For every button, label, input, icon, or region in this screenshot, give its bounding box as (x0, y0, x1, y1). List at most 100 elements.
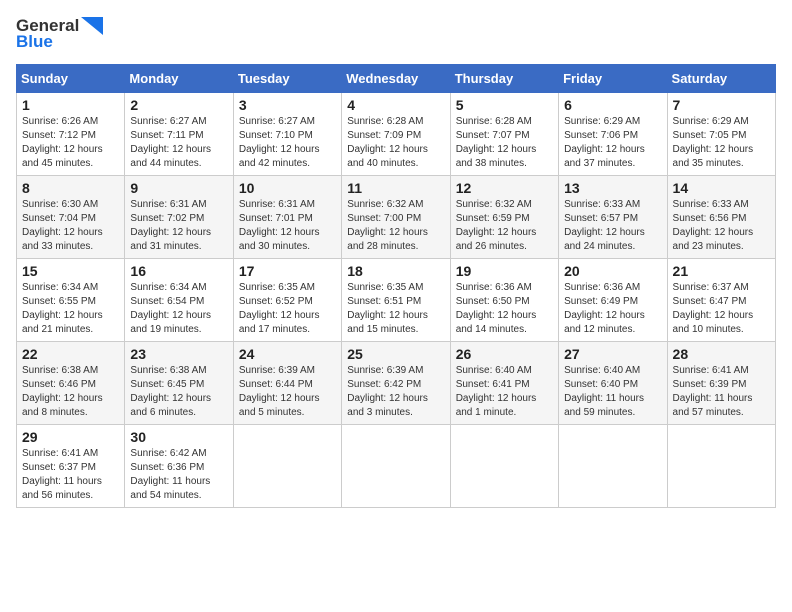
day-number: 15 (22, 263, 119, 279)
day-of-week-header: Tuesday (233, 65, 341, 93)
calendar-cell: 30 Sunrise: 6:42 AM Sunset: 6:36 PM Dayl… (125, 425, 233, 508)
day-number: 20 (564, 263, 661, 279)
day-of-week-header: Friday (559, 65, 667, 93)
day-info: Sunrise: 6:35 AM Sunset: 6:51 PM Dayligh… (347, 281, 444, 337)
calendar-cell (233, 425, 341, 508)
day-number: 2 (130, 97, 227, 113)
day-info: Sunrise: 6:27 AM Sunset: 7:10 PM Dayligh… (239, 115, 336, 171)
day-number: 10 (239, 180, 336, 196)
day-number: 12 (456, 180, 553, 196)
day-of-week-header: Monday (125, 65, 233, 93)
day-number: 24 (239, 346, 336, 362)
day-number: 29 (22, 429, 119, 445)
day-number: 3 (239, 97, 336, 113)
day-number: 21 (673, 263, 770, 279)
logo: General Blue (16, 16, 103, 52)
day-number: 25 (347, 346, 444, 362)
calendar-cell (450, 425, 558, 508)
day-info: Sunrise: 6:41 AM Sunset: 6:39 PM Dayligh… (673, 364, 770, 420)
calendar-cell: 10 Sunrise: 6:31 AM Sunset: 7:01 PM Dayl… (233, 176, 341, 259)
day-info: Sunrise: 6:29 AM Sunset: 7:05 PM Dayligh… (673, 115, 770, 171)
calendar-cell (559, 425, 667, 508)
day-number: 14 (673, 180, 770, 196)
day-number: 27 (564, 346, 661, 362)
day-info: Sunrise: 6:27 AM Sunset: 7:11 PM Dayligh… (130, 115, 227, 171)
calendar-cell: 12 Sunrise: 6:32 AM Sunset: 6:59 PM Dayl… (450, 176, 558, 259)
day-number: 22 (22, 346, 119, 362)
day-number: 6 (564, 97, 661, 113)
day-number: 26 (456, 346, 553, 362)
calendar-cell: 18 Sunrise: 6:35 AM Sunset: 6:51 PM Dayl… (342, 259, 450, 342)
day-info: Sunrise: 6:42 AM Sunset: 6:36 PM Dayligh… (130, 447, 227, 503)
day-info: Sunrise: 6:28 AM Sunset: 7:07 PM Dayligh… (456, 115, 553, 171)
calendar-cell: 25 Sunrise: 6:39 AM Sunset: 6:42 PM Dayl… (342, 342, 450, 425)
calendar-cell (342, 425, 450, 508)
day-info: Sunrise: 6:31 AM Sunset: 7:02 PM Dayligh… (130, 198, 227, 254)
day-number: 5 (456, 97, 553, 113)
calendar-cell: 19 Sunrise: 6:36 AM Sunset: 6:50 PM Dayl… (450, 259, 558, 342)
day-number: 1 (22, 97, 119, 113)
day-number: 13 (564, 180, 661, 196)
day-info: Sunrise: 6:38 AM Sunset: 6:46 PM Dayligh… (22, 364, 119, 420)
day-number: 18 (347, 263, 444, 279)
calendar-cell: 21 Sunrise: 6:37 AM Sunset: 6:47 PM Dayl… (667, 259, 775, 342)
calendar-cell: 2 Sunrise: 6:27 AM Sunset: 7:11 PM Dayli… (125, 93, 233, 176)
day-number: 16 (130, 263, 227, 279)
day-info: Sunrise: 6:33 AM Sunset: 6:57 PM Dayligh… (564, 198, 661, 254)
calendar-cell: 28 Sunrise: 6:41 AM Sunset: 6:39 PM Dayl… (667, 342, 775, 425)
calendar-cell: 9 Sunrise: 6:31 AM Sunset: 7:02 PM Dayli… (125, 176, 233, 259)
day-number: 11 (347, 180, 444, 196)
day-of-week-header: Saturday (667, 65, 775, 93)
calendar-cell: 3 Sunrise: 6:27 AM Sunset: 7:10 PM Dayli… (233, 93, 341, 176)
day-info: Sunrise: 6:30 AM Sunset: 7:04 PM Dayligh… (22, 198, 119, 254)
day-of-week-header: Wednesday (342, 65, 450, 93)
page-header: General Blue (16, 16, 776, 52)
calendar-cell: 1 Sunrise: 6:26 AM Sunset: 7:12 PM Dayli… (17, 93, 125, 176)
day-number: 9 (130, 180, 227, 196)
day-number: 19 (456, 263, 553, 279)
calendar-cell: 4 Sunrise: 6:28 AM Sunset: 7:09 PM Dayli… (342, 93, 450, 176)
day-number: 23 (130, 346, 227, 362)
day-info: Sunrise: 6:31 AM Sunset: 7:01 PM Dayligh… (239, 198, 336, 254)
day-info: Sunrise: 6:40 AM Sunset: 6:41 PM Dayligh… (456, 364, 553, 420)
day-info: Sunrise: 6:28 AM Sunset: 7:09 PM Dayligh… (347, 115, 444, 171)
calendar-cell: 6 Sunrise: 6:29 AM Sunset: 7:06 PM Dayli… (559, 93, 667, 176)
calendar-cell: 29 Sunrise: 6:41 AM Sunset: 6:37 PM Dayl… (17, 425, 125, 508)
calendar-cell (667, 425, 775, 508)
day-info: Sunrise: 6:34 AM Sunset: 6:54 PM Dayligh… (130, 281, 227, 337)
calendar-cell: 14 Sunrise: 6:33 AM Sunset: 6:56 PM Dayl… (667, 176, 775, 259)
day-number: 30 (130, 429, 227, 445)
calendar-cell: 13 Sunrise: 6:33 AM Sunset: 6:57 PM Dayl… (559, 176, 667, 259)
day-info: Sunrise: 6:26 AM Sunset: 7:12 PM Dayligh… (22, 115, 119, 171)
calendar-table: SundayMondayTuesdayWednesdayThursdayFrid… (16, 64, 776, 508)
day-number: 8 (22, 180, 119, 196)
logo-blue-text: Blue (16, 32, 53, 52)
day-info: Sunrise: 6:41 AM Sunset: 6:37 PM Dayligh… (22, 447, 119, 503)
day-info: Sunrise: 6:34 AM Sunset: 6:55 PM Dayligh… (22, 281, 119, 337)
day-info: Sunrise: 6:32 AM Sunset: 7:00 PM Dayligh… (347, 198, 444, 254)
day-info: Sunrise: 6:39 AM Sunset: 6:42 PM Dayligh… (347, 364, 444, 420)
calendar-cell: 26 Sunrise: 6:40 AM Sunset: 6:41 PM Dayl… (450, 342, 558, 425)
calendar-cell: 27 Sunrise: 6:40 AM Sunset: 6:40 PM Dayl… (559, 342, 667, 425)
day-number: 28 (673, 346, 770, 362)
day-info: Sunrise: 6:36 AM Sunset: 6:50 PM Dayligh… (456, 281, 553, 337)
day-info: Sunrise: 6:33 AM Sunset: 6:56 PM Dayligh… (673, 198, 770, 254)
day-info: Sunrise: 6:29 AM Sunset: 7:06 PM Dayligh… (564, 115, 661, 171)
day-number: 7 (673, 97, 770, 113)
calendar-cell: 23 Sunrise: 6:38 AM Sunset: 6:45 PM Dayl… (125, 342, 233, 425)
day-of-week-header: Thursday (450, 65, 558, 93)
day-info: Sunrise: 6:38 AM Sunset: 6:45 PM Dayligh… (130, 364, 227, 420)
calendar-cell: 24 Sunrise: 6:39 AM Sunset: 6:44 PM Dayl… (233, 342, 341, 425)
calendar-cell: 22 Sunrise: 6:38 AM Sunset: 6:46 PM Dayl… (17, 342, 125, 425)
day-info: Sunrise: 6:37 AM Sunset: 6:47 PM Dayligh… (673, 281, 770, 337)
calendar-cell: 5 Sunrise: 6:28 AM Sunset: 7:07 PM Dayli… (450, 93, 558, 176)
logo-arrow-icon (81, 17, 103, 35)
day-info: Sunrise: 6:40 AM Sunset: 6:40 PM Dayligh… (564, 364, 661, 420)
day-of-week-header: Sunday (17, 65, 125, 93)
day-info: Sunrise: 6:32 AM Sunset: 6:59 PM Dayligh… (456, 198, 553, 254)
calendar-cell: 16 Sunrise: 6:34 AM Sunset: 6:54 PM Dayl… (125, 259, 233, 342)
calendar-cell: 15 Sunrise: 6:34 AM Sunset: 6:55 PM Dayl… (17, 259, 125, 342)
day-info: Sunrise: 6:35 AM Sunset: 6:52 PM Dayligh… (239, 281, 336, 337)
day-info: Sunrise: 6:39 AM Sunset: 6:44 PM Dayligh… (239, 364, 336, 420)
calendar-cell: 7 Sunrise: 6:29 AM Sunset: 7:05 PM Dayli… (667, 93, 775, 176)
